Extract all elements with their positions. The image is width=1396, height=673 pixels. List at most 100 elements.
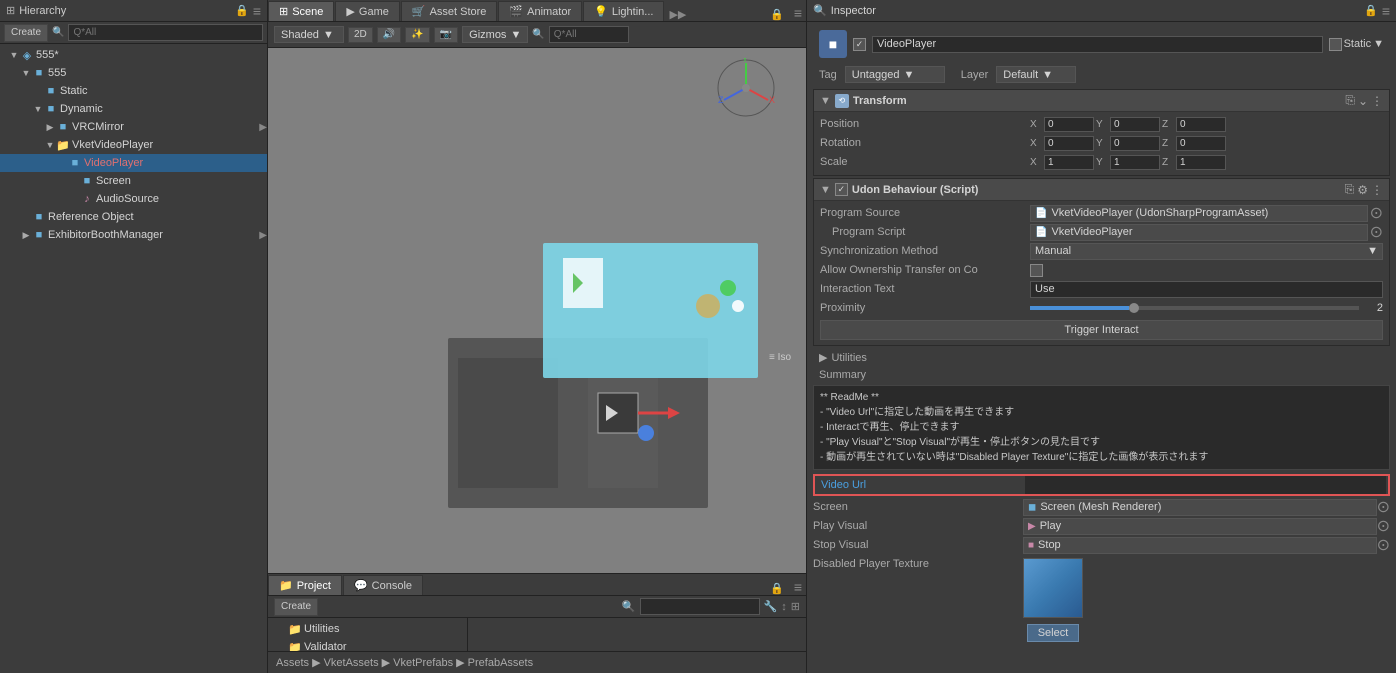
gameobject-cube-icon: ■	[829, 36, 837, 52]
inspector-menu-icon[interactable]: ≡	[1382, 3, 1390, 19]
transform-arrow[interactable]: ▼	[820, 95, 831, 107]
hierarchy-item-555star[interactable]: ▼ ◈ 555*	[0, 46, 267, 64]
hierarchy-item-exhibitorboothmanager[interactable]: ▶ ■ ExhibitorBoothManager ▶	[0, 226, 267, 244]
effects-button[interactable]: ✨	[405, 27, 429, 43]
udon-more-icon[interactable]: ⋮	[1371, 183, 1383, 197]
static-checkbox[interactable]	[1329, 38, 1342, 51]
disabled-texture-container: Select	[1023, 558, 1083, 644]
play-visual-circle[interactable]: ⊙	[1377, 516, 1390, 536]
inspector-header-icon: 🔍	[813, 4, 827, 17]
stop-visual-field[interactable]: ■ Stop	[1023, 537, 1377, 554]
transform-copy-icon[interactable]: ⎘	[1345, 93, 1355, 108]
program-source-field[interactable]: 📄 VketVideoPlayer (UdonSharpProgramAsset…	[1030, 205, 1368, 222]
rotation-z-input[interactable]	[1176, 136, 1226, 151]
transform-paste-icon[interactable]: ⌄	[1358, 94, 1368, 108]
audio-toggle[interactable]: 🔊	[377, 27, 401, 43]
trigger-interact-button[interactable]: Trigger Interact	[820, 320, 1383, 340]
position-row: Position X Y Z	[820, 115, 1383, 133]
project-tree-item-utilities[interactable]: 📁 Utilities	[268, 620, 467, 638]
hierarchy-item-audiosource[interactable]: ♪ AudioSource	[0, 190, 267, 208]
tab-game[interactable]: ▶ Game	[335, 1, 399, 21]
position-y-input[interactable]	[1110, 117, 1160, 132]
utilities-header[interactable]: ▶ Utilities	[813, 348, 1390, 367]
screen-circle[interactable]: ⊙	[1377, 497, 1390, 517]
project-sort-icon[interactable]: ↕	[781, 601, 787, 613]
interaction-text-input[interactable]	[1030, 281, 1383, 298]
camera-button[interactable]: 📷	[434, 27, 458, 43]
sync-method-dropdown[interactable]: Manual ▼	[1030, 243, 1383, 260]
ownership-checkbox[interactable]	[1030, 264, 1043, 277]
project-filter-icon[interactable]: 🔧	[764, 600, 778, 613]
scale-y-input[interactable]	[1110, 155, 1160, 170]
stop-visual-circle[interactable]: ⊙	[1377, 535, 1390, 555]
scene-panel-lock[interactable]: 🔒	[764, 8, 790, 21]
play-visual-field[interactable]: ▶ Play	[1023, 518, 1377, 535]
inspector-lock-icon[interactable]: 🔒	[1364, 4, 1378, 17]
project-create-button[interactable]: Create	[274, 598, 318, 616]
position-x-input[interactable]	[1044, 117, 1094, 132]
texture-select-button[interactable]: Select	[1027, 624, 1079, 642]
proximity-slider-fill	[1030, 306, 1129, 310]
cube-icon: ■	[68, 156, 82, 170]
2d-button[interactable]: 2D	[348, 27, 373, 43]
transform-more-icon[interactable]: ⋮	[1371, 94, 1383, 108]
tab-asset-store[interactable]: 🛒 Asset Store	[401, 1, 498, 21]
scene-view[interactable]: Y X Z ≡ Iso	[268, 48, 806, 573]
hierarchy-item-vrcmirror[interactable]: ▶ ■ VRCMirror ▶	[0, 118, 267, 136]
rotation-x-input[interactable]	[1044, 136, 1094, 151]
sync-method-value: Manual	[1035, 245, 1071, 257]
hierarchy-create-button[interactable]: Create	[4, 24, 48, 42]
gameobject-enabled-checkbox[interactable]: ✓	[853, 38, 866, 51]
bottom-panel-lock[interactable]: 🔒	[764, 582, 790, 595]
hierarchy-menu-icon[interactable]: ≡	[253, 3, 261, 19]
tab-lighting[interactable]: 💡 Lightin...	[583, 1, 664, 21]
play-visual-row: Play Visual ▶ Play ⊙	[813, 517, 1390, 535]
tab-project[interactable]: 📁 Project	[268, 575, 342, 595]
udon-arrow[interactable]: ▼	[820, 184, 831, 196]
hierarchy-item-referenceobject[interactable]: ■ Reference Object	[0, 208, 267, 226]
gizmos-dropdown[interactable]: Gizmos ▼	[462, 26, 528, 43]
scale-x-input[interactable]	[1044, 155, 1094, 170]
udon-copy-icon[interactable]: ⎘	[1345, 182, 1355, 197]
program-script-circle[interactable]: ⊙	[1370, 222, 1383, 242]
shaded-dropdown[interactable]: Shaded ▼	[274, 26, 344, 43]
layer-dropdown[interactable]: Default ▼	[996, 66, 1076, 83]
tab-console[interactable]: 💬 Console	[343, 575, 423, 595]
video-url-input[interactable]	[1025, 476, 1386, 494]
scene-panel-menu[interactable]: ≡	[790, 5, 806, 21]
udon-enabled-checkbox[interactable]: ✓	[835, 183, 848, 196]
gameobject-name-field[interactable]	[872, 36, 1323, 53]
screen-field[interactable]: ◼ Screen (Mesh Renderer)	[1023, 499, 1377, 516]
scale-z-input[interactable]	[1176, 155, 1226, 170]
project-view-icon[interactable]: ⊞	[791, 600, 800, 613]
hierarchy-item-label: AudioSource	[96, 193, 159, 205]
z-label: Z	[1162, 138, 1174, 149]
hierarchy-item-555[interactable]: ▼ ■ 555	[0, 64, 267, 82]
tab-scene[interactable]: ⊞ Scene	[268, 1, 334, 21]
hierarchy-item-dynamic[interactable]: ▼ ■ Dynamic	[0, 100, 267, 118]
hierarchy-item-static[interactable]: ■ Static	[0, 82, 267, 100]
play-visual-label: Play Visual	[813, 520, 1023, 532]
proximity-slider[interactable]	[1030, 306, 1359, 310]
hierarchy-item-screen[interactable]: ■ Screen	[0, 172, 267, 190]
proximity-row: Proximity 2	[820, 299, 1383, 317]
hierarchy-search-input[interactable]	[68, 24, 263, 41]
tab-animator[interactable]: 🎬 Animator	[498, 1, 582, 21]
hierarchy-lock-icon[interactable]: 🔒	[235, 4, 249, 17]
program-script-field[interactable]: 📄 VketVideoPlayer	[1030, 224, 1368, 241]
bottom-panel-menu[interactable]: ≡	[790, 579, 806, 595]
udon-icons: ⎘ ⚙ ⋮	[1345, 182, 1383, 197]
project-tree-item-validator[interactable]: 📁 Validator	[268, 638, 467, 651]
tabs-more-icon[interactable]: ▶▶	[669, 8, 686, 21]
program-source-circle[interactable]: ⊙	[1370, 203, 1383, 223]
project-search-input[interactable]	[640, 598, 760, 615]
static-chevron[interactable]: ▼	[1373, 38, 1384, 50]
udon-settings-icon[interactable]: ⚙	[1357, 183, 1368, 197]
position-z-input[interactable]	[1176, 117, 1226, 132]
disabled-texture-preview[interactable]	[1023, 558, 1083, 618]
scene-search-input[interactable]	[549, 26, 629, 43]
hierarchy-item-videoplayer[interactable]: ■ VideoPlayer	[0, 154, 267, 172]
tag-dropdown[interactable]: Untagged ▼	[845, 66, 945, 83]
hierarchy-item-vketvideoplayer[interactable]: ▼ 📁 VketVideoPlayer	[0, 136, 267, 154]
rotation-y-input[interactable]	[1110, 136, 1160, 151]
